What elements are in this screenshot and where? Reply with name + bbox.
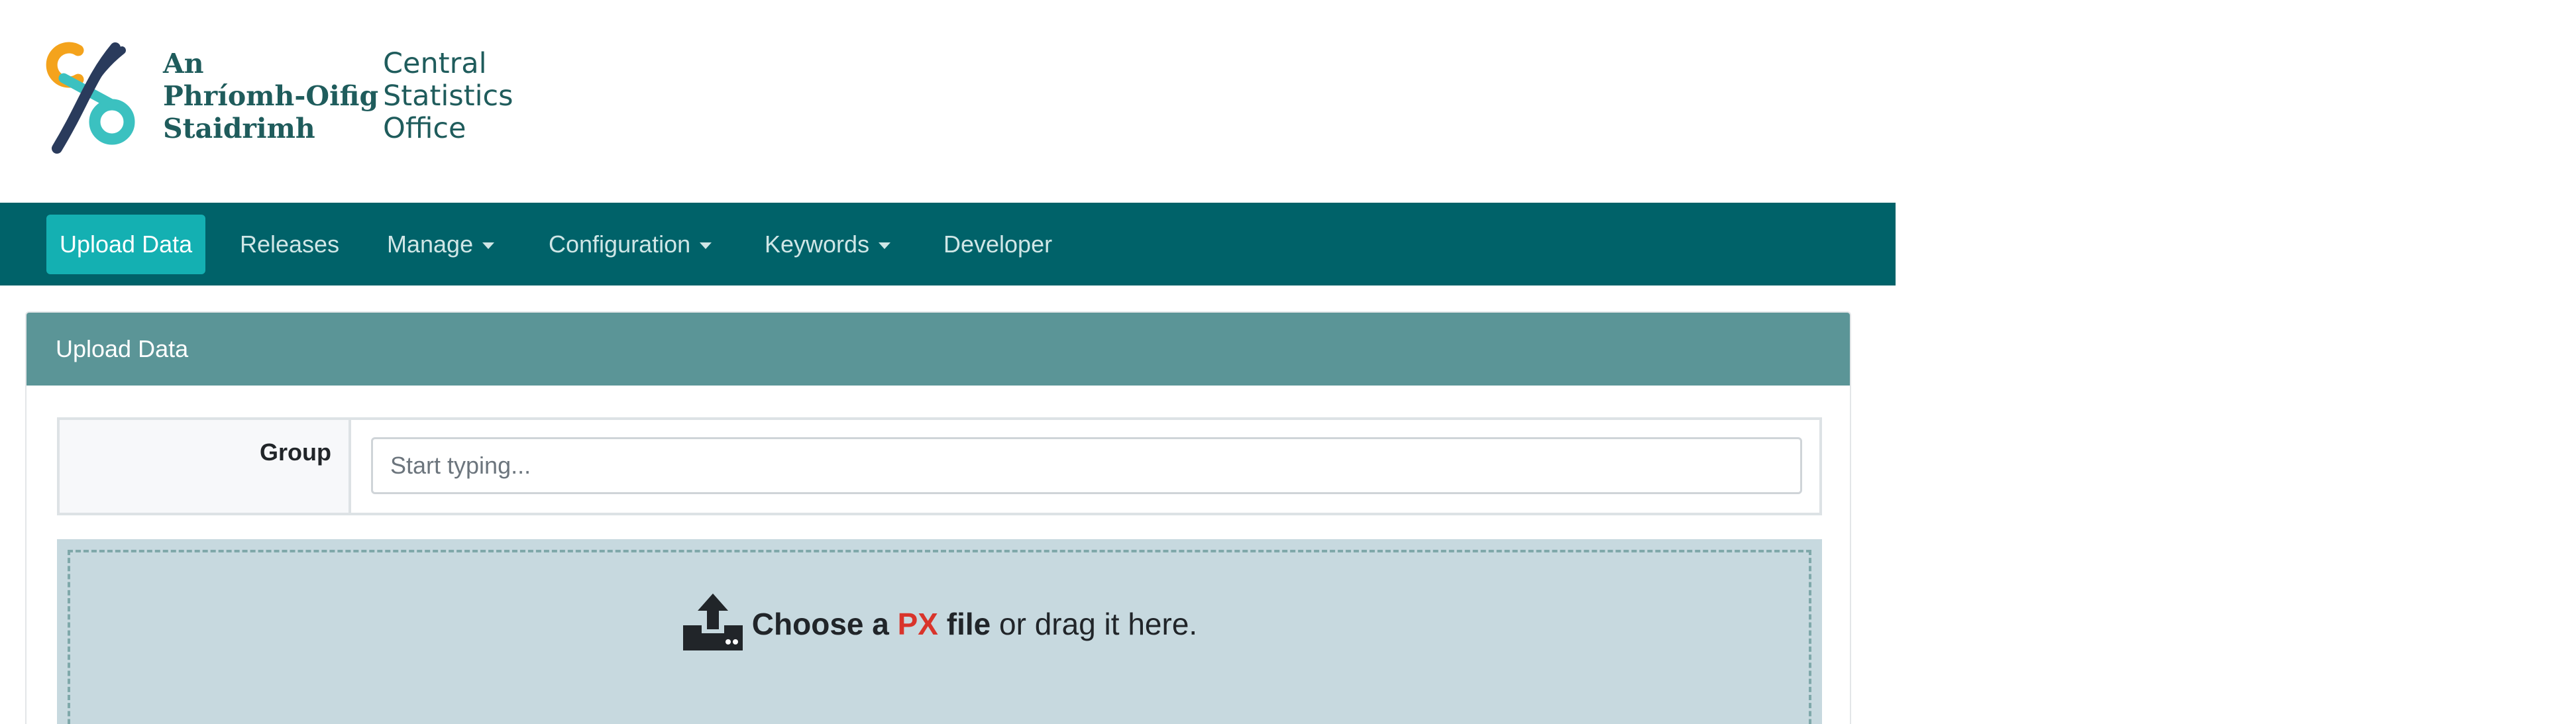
nav-manage-dropdown[interactable]: Manage (374, 215, 508, 274)
chevron-down-icon (482, 242, 495, 250)
group-row: Group (57, 417, 1822, 515)
nav-developer-label: Developer (943, 231, 1053, 258)
nav-releases-label: Releases (240, 231, 340, 258)
nav-manage-label: Manage (387, 231, 474, 258)
cso-logo[interactable]: An Phríomh-Oifig Staidrimh Central Stati… (44, 38, 521, 158)
site-header: An Phríomh-Oifig Staidrimh Central Stati… (0, 0, 1896, 203)
cso-logo-mark-icon (46, 42, 135, 154)
upload-tray-icon (682, 594, 743, 650)
dropzone-file: file (946, 607, 991, 642)
nav-keywords-label: Keywords (765, 231, 870, 258)
nav-releases[interactable]: Releases (227, 215, 352, 274)
group-search-input[interactable] (371, 437, 1802, 494)
chevron-down-icon (879, 242, 891, 250)
file-dropzone[interactable]: Choose a PX file or drag it here. (68, 550, 1811, 724)
dropzone-prompt[interactable]: Choose a PX file or drag it here. (70, 594, 1809, 653)
dropzone-px: PX (897, 607, 938, 642)
card-header: Upload Data (27, 313, 1850, 386)
logo-english-text: Central Statistics Office (383, 47, 513, 145)
nav-keywords-dropdown[interactable]: Keywords (751, 215, 904, 274)
nav-upload-data[interactable]: Upload Data (46, 215, 206, 274)
nav-developer[interactable]: Developer (930, 215, 1065, 274)
logo-irish-text: An Phríomh-Oifig Staidrimh (163, 48, 379, 144)
card-title: Upload Data (56, 335, 189, 362)
nav-configuration-dropdown[interactable]: Configuration (535, 215, 725, 274)
dropzone-container: Choose a PX file or drag it here. (57, 539, 1822, 724)
nav-configuration-label: Configuration (549, 231, 691, 258)
group-label: Group (260, 439, 331, 466)
dropzone-drag-text: or drag it here. (999, 607, 1198, 642)
nav-upload-data-label: Upload Data (60, 231, 193, 258)
main-navbar: Upload Data Releases Manage Configuratio… (0, 203, 1896, 285)
group-label-cell: Group (60, 420, 351, 513)
chevron-down-icon (700, 242, 712, 250)
dropzone-choose-a: Choose a (751, 607, 889, 642)
upload-data-card: Upload Data Group Choose a PX file or dr… (25, 311, 1851, 724)
